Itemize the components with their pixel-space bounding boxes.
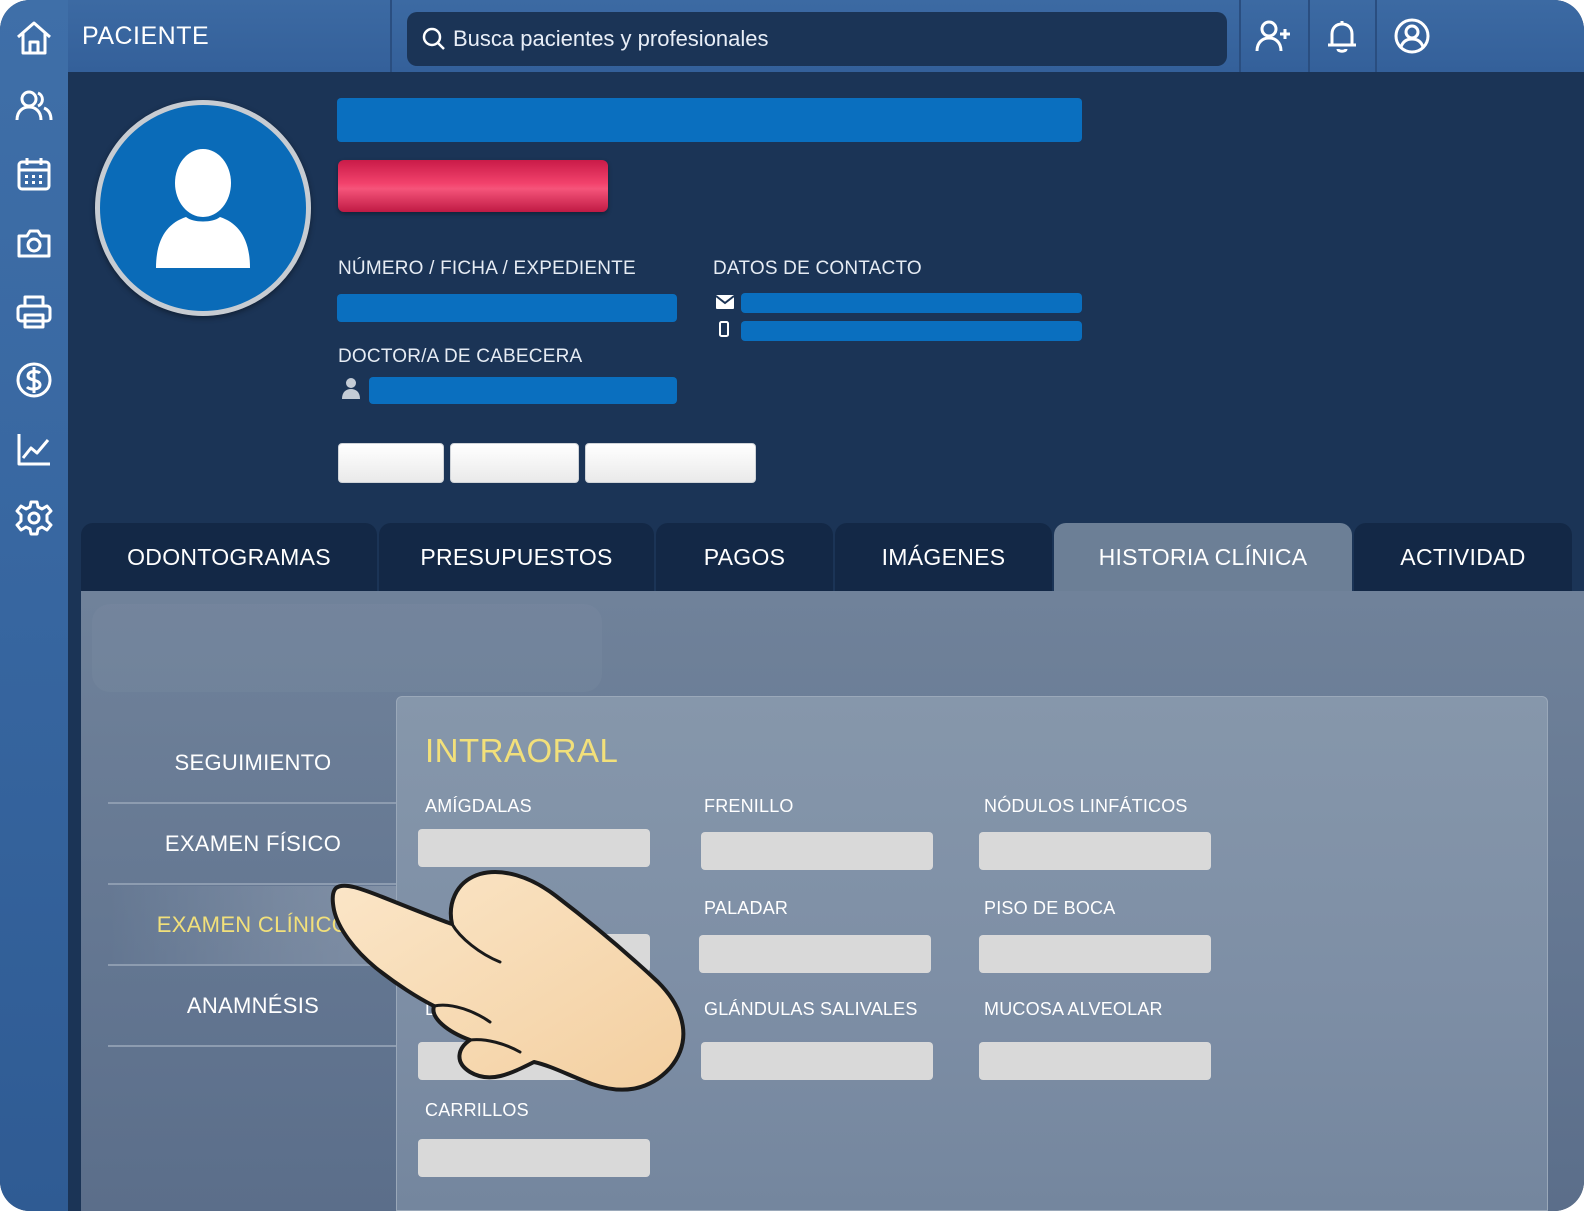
divider xyxy=(1239,0,1241,72)
mucosa-label: MUCOSA ALVEOLAR xyxy=(984,999,1163,1019)
sidebar-rail xyxy=(0,0,68,1211)
divider xyxy=(1375,0,1377,72)
search-input[interactable] xyxy=(453,12,1213,66)
section-title: INTRAORAL xyxy=(425,732,619,769)
glandulas-label: GLÁNDULAS SALIVALES xyxy=(704,999,918,1019)
glandulas-input[interactable] xyxy=(701,1042,933,1080)
envelope-icon xyxy=(715,295,735,309)
nodulos-label: NÓDULOS LINFÁTICOS xyxy=(984,796,1188,816)
tab-historia-clinica[interactable]: HISTORIA CLÍNICA xyxy=(1054,523,1352,591)
phone-value-bar xyxy=(741,321,1082,341)
account-icon[interactable] xyxy=(1390,14,1434,58)
carrillos-input[interactable] xyxy=(418,1139,650,1177)
paladar-label: PALADAR xyxy=(704,898,789,918)
tab-imagenes[interactable]: IMÁGENES xyxy=(835,523,1052,591)
app-window: PACIENTE NÚMERO / FICHA / EXPEDIENTE DAT… xyxy=(0,0,1584,1211)
doctor-label: DOCTOR/A DE CABECERA xyxy=(338,346,583,367)
menu-seguimiento[interactable]: SEGUIMIENTO xyxy=(108,724,398,804)
bell-icon[interactable] xyxy=(1320,14,1364,58)
piso-boca-input[interactable] xyxy=(979,935,1211,973)
printer-icon[interactable] xyxy=(12,290,56,334)
phone-icon xyxy=(719,321,729,337)
piso-boca-label: PISO DE BOCA xyxy=(984,898,1116,918)
camera-icon[interactable] xyxy=(12,221,56,265)
chart-icon[interactable] xyxy=(12,427,56,471)
mucosa-input[interactable] xyxy=(979,1042,1211,1080)
doctor-icon xyxy=(342,378,360,399)
record-value-bar xyxy=(337,294,677,322)
avatar[interactable] xyxy=(95,100,311,316)
gear-icon[interactable] xyxy=(12,496,56,540)
email-value-bar xyxy=(741,293,1082,313)
dollar-icon[interactable] xyxy=(12,358,56,402)
user-silhouette-icon xyxy=(156,149,250,268)
search-icon xyxy=(422,27,445,50)
tab-presupuestos[interactable]: PRESUPUESTOS xyxy=(379,523,654,591)
calendar-icon[interactable] xyxy=(12,152,56,196)
page-title: PACIENTE xyxy=(82,22,210,50)
pointing-hand-icon xyxy=(330,870,686,1092)
doctor-value-bar xyxy=(369,377,677,404)
tab-pagos[interactable]: PAGOS xyxy=(656,523,833,591)
divider xyxy=(1308,0,1310,72)
search-box[interactable] xyxy=(407,12,1227,66)
home-icon[interactable] xyxy=(12,16,56,60)
paladar-input[interactable] xyxy=(699,935,931,973)
carrillos-label: CARRILLOS xyxy=(425,1100,529,1120)
record-label: NÚMERO / FICHA / EXPEDIENTE xyxy=(338,258,636,279)
divider xyxy=(390,0,392,72)
nodulos-input[interactable] xyxy=(979,832,1211,870)
add-user-icon[interactable] xyxy=(1251,14,1295,58)
top-bar: PACIENTE xyxy=(68,0,1584,72)
placeholder-box xyxy=(92,604,602,692)
action-button-2[interactable] xyxy=(450,443,579,483)
amigdalas-label: AMÍGDALAS xyxy=(425,796,532,816)
tab-actividad[interactable]: ACTIVIDAD xyxy=(1354,523,1572,591)
patient-name-bar xyxy=(337,98,1082,142)
tab-odontogramas[interactable]: ODONTOGRAMAS xyxy=(81,523,377,591)
frenillo-input[interactable] xyxy=(701,832,933,870)
action-button-1[interactable] xyxy=(338,443,444,483)
contact-label: DATOS DE CONTACTO xyxy=(713,258,922,279)
users-icon[interactable] xyxy=(12,84,56,128)
patient-status-badge xyxy=(338,160,608,212)
frenillo-label: FRENILLO xyxy=(704,796,794,816)
action-button-3[interactable] xyxy=(585,443,756,483)
